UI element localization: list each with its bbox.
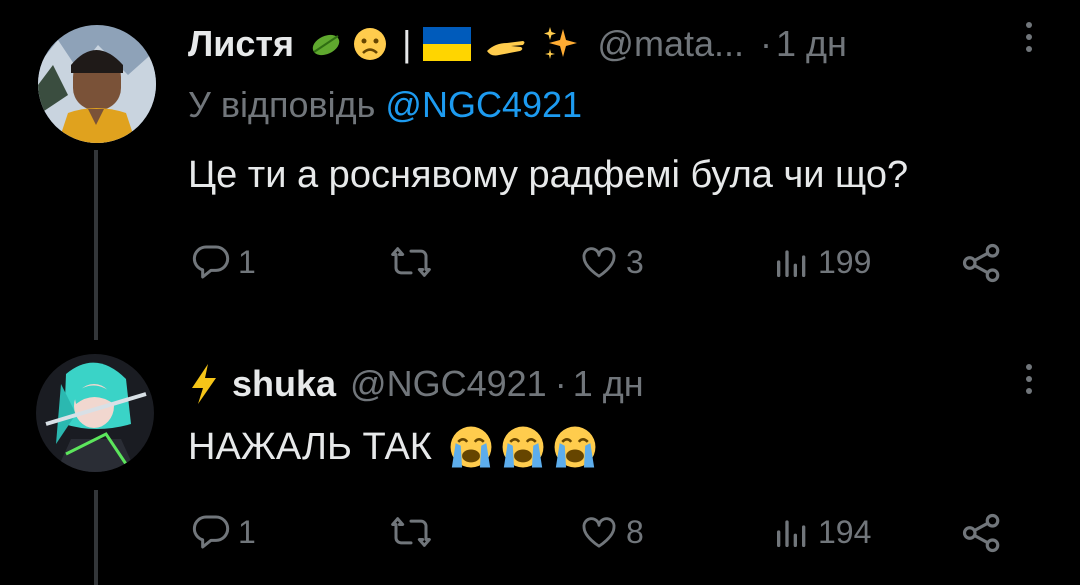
reply-button[interactable]: 1 bbox=[190, 242, 256, 282]
name-separator: | bbox=[402, 23, 412, 64]
ukraine-flag-icon bbox=[423, 27, 472, 61]
reply-to: У відповідь @NGC4921 bbox=[188, 84, 582, 126]
handle[interactable]: @mata... bbox=[597, 23, 744, 65]
sparkles-icon bbox=[541, 25, 579, 63]
retweet-icon bbox=[391, 517, 431, 547]
heart-icon bbox=[582, 247, 616, 278]
retweet-icon bbox=[391, 247, 431, 277]
retweet-button[interactable] bbox=[388, 242, 434, 282]
action-bar: 1 3 199 bbox=[188, 238, 1008, 288]
views-count: 199 bbox=[818, 243, 872, 280]
display-name[interactable]: Листя bbox=[188, 23, 294, 65]
reply-icon bbox=[192, 245, 230, 279]
like-count: 3 bbox=[626, 243, 644, 280]
avatar-image bbox=[38, 25, 156, 143]
share-icon bbox=[962, 243, 1000, 283]
hand-icon bbox=[485, 29, 527, 59]
retweet-button[interactable] bbox=[388, 512, 434, 552]
views-icon bbox=[777, 520, 806, 547]
loudly-crying-face-icon bbox=[448, 424, 494, 470]
handle[interactable]: @NGC4921 bbox=[350, 363, 547, 405]
like-button[interactable]: 3 bbox=[578, 242, 644, 282]
avatar[interactable] bbox=[36, 354, 154, 472]
thread-line bbox=[94, 150, 98, 340]
share-button[interactable] bbox=[960, 512, 1004, 554]
like-button[interactable]: 8 bbox=[578, 512, 644, 552]
timestamp[interactable]: 1 дн bbox=[776, 23, 847, 65]
views-button[interactable]: 194 bbox=[772, 512, 871, 552]
reply-count: 1 bbox=[238, 513, 256, 550]
tweet-text: НАЖАЛЬ ТАК bbox=[188, 424, 598, 470]
frowning-face-icon bbox=[352, 26, 388, 62]
loudly-crying-face-icon bbox=[552, 424, 598, 470]
tweet-text: Це ти а роснявому радфемі була чи що? bbox=[188, 154, 909, 196]
reply-mention-link[interactable]: @NGC4921 bbox=[385, 84, 582, 125]
share-button[interactable] bbox=[960, 242, 1004, 284]
separator-dot: · bbox=[760, 23, 773, 64]
share-icon bbox=[962, 513, 1000, 553]
timestamp[interactable]: 1 дн bbox=[573, 363, 644, 405]
tweet-header: Листя | @mata... · 1 дн bbox=[188, 22, 847, 66]
avatar[interactable] bbox=[38, 25, 156, 143]
display-name[interactable]: shuka bbox=[232, 363, 336, 405]
tweet-2[interactable]: shuka @NGC4921 · 1 дн НАЖАЛЬ ТАК 1 8 194 bbox=[0, 330, 1080, 585]
reply-icon bbox=[192, 515, 230, 549]
heart-icon bbox=[582, 517, 616, 548]
avatar-image bbox=[36, 354, 154, 472]
leaf-icon bbox=[308, 28, 344, 60]
loudly-crying-face-icon bbox=[500, 424, 546, 470]
reply-count: 1 bbox=[238, 243, 256, 280]
thread-line bbox=[94, 490, 98, 585]
views-count: 194 bbox=[818, 513, 872, 550]
more-options-icon[interactable] bbox=[1024, 364, 1034, 394]
reply-prefix: У відповідь bbox=[188, 84, 376, 125]
views-button[interactable]: 199 bbox=[772, 242, 871, 282]
tweet-header: shuka @NGC4921 · 1 дн bbox=[188, 362, 644, 406]
separator-dot: · bbox=[554, 363, 567, 404]
lightning-icon bbox=[188, 362, 220, 406]
like-count: 8 bbox=[626, 513, 644, 550]
action-bar: 1 8 194 bbox=[188, 508, 1008, 558]
more-options-icon[interactable] bbox=[1024, 22, 1034, 52]
reply-button[interactable]: 1 bbox=[190, 512, 256, 552]
tweet-1[interactable]: Листя | @mata... · 1 дн У відповідь @NGC… bbox=[0, 0, 1080, 340]
tweet-text-content: НАЖАЛЬ ТАК bbox=[188, 425, 432, 468]
views-icon bbox=[777, 250, 806, 277]
